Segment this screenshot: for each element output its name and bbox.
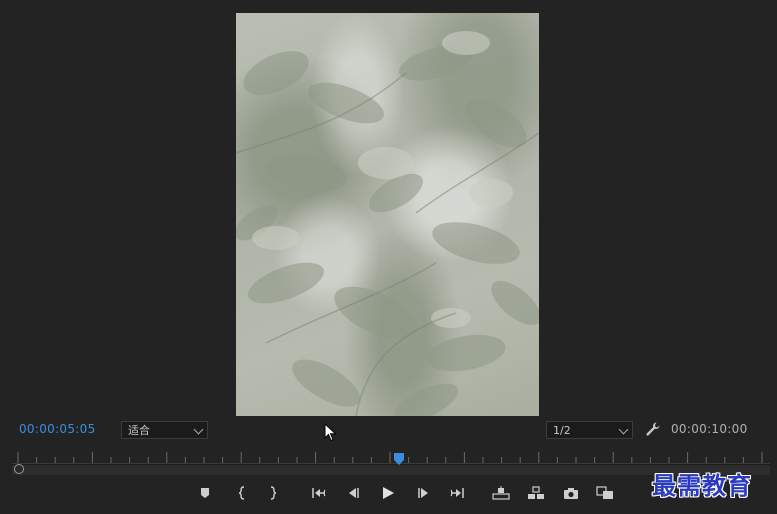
step-forward-icon[interactable]: [415, 484, 433, 502]
scrollbar-handle[interactable]: [14, 464, 24, 474]
chevron-down-icon: [618, 424, 629, 435]
mouse-cursor-icon: [324, 422, 338, 443]
go-to-in-icon[interactable]: [310, 484, 328, 502]
step-back-icon[interactable]: [344, 484, 362, 502]
current-timecode[interactable]: 00:00:05:05: [19, 422, 96, 436]
watermark-logo: 最需教育: [652, 471, 752, 500]
zoom-level-value: 适合: [128, 424, 150, 437]
go-to-out-icon[interactable]: [448, 484, 466, 502]
play-icon[interactable]: [379, 484, 397, 502]
total-duration-timecode: 00:00:10:00: [671, 422, 748, 436]
program-monitor: 00:00:05:05 适合 1/2 00:00:10:00 最需教育: [0, 0, 777, 514]
wrench-icon[interactable]: [645, 421, 661, 437]
playhead-indicator[interactable]: [394, 450, 404, 465]
marker-icon[interactable]: [196, 484, 214, 502]
video-preview: [236, 13, 539, 416]
mark-out-icon[interactable]: [264, 484, 282, 502]
time-ruler[interactable]: [12, 452, 770, 464]
playback-resolution-dropdown[interactable]: 1/2: [546, 421, 633, 439]
playback-resolution-value: 1/2: [553, 424, 571, 437]
zoom-level-dropdown[interactable]: 适合: [121, 421, 208, 439]
lift-icon[interactable]: [492, 484, 510, 502]
extract-icon[interactable]: [527, 484, 545, 502]
camera-icon[interactable]: [562, 484, 580, 502]
comparison-view-icon[interactable]: [596, 484, 614, 502]
mark-in-icon[interactable]: [233, 484, 251, 502]
chevron-down-icon: [193, 424, 204, 435]
foliage-image: [236, 31, 539, 416]
